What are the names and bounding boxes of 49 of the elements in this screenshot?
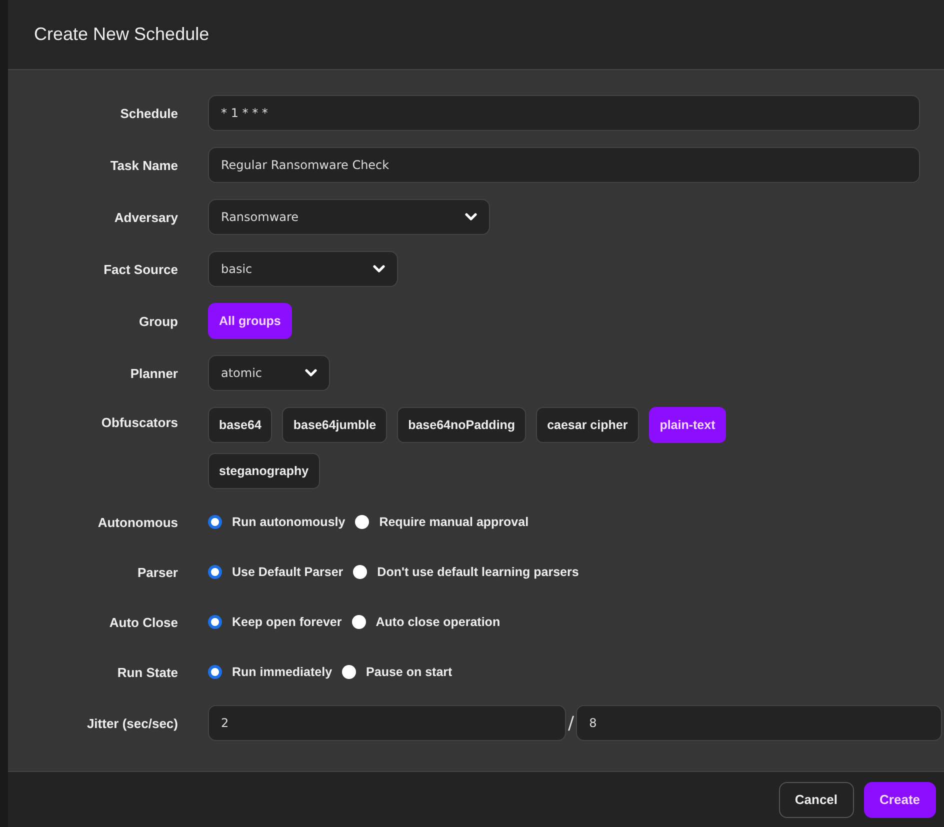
dialog-title: Create New Schedule (34, 24, 210, 45)
chevron-down-icon (373, 265, 385, 273)
radio-button[interactable] (352, 615, 366, 629)
toggle-button[interactable]: base64jumble (282, 407, 388, 443)
min-field[interactable]: 2 (208, 705, 566, 741)
toggle-button[interactable]: All groups (208, 303, 292, 339)
dropdown[interactable]: Ransomware (208, 199, 490, 235)
toggle-button[interactable]: caesar cipher (536, 407, 639, 443)
chevron-down-icon (305, 369, 317, 377)
radio-button[interactable] (342, 665, 356, 679)
field-label: Task Name (109, 158, 178, 172)
radio-label[interactable]: Auto close operation (376, 615, 500, 629)
radio-button[interactable] (208, 515, 222, 529)
radio-label[interactable]: Don't use default learning parsers (377, 565, 579, 579)
field-label: Fact Source (102, 262, 178, 276)
field-label: Obfuscators (100, 414, 178, 430)
toggle-button[interactable]: base64 (208, 407, 272, 443)
field-label: Jitter (sec/sec) (86, 716, 178, 730)
field-label: Planner (129, 366, 178, 380)
text-field[interactable]: * 1 * * * (208, 95, 920, 131)
cancel-button[interactable]: Cancel (778, 782, 854, 818)
radio-button[interactable] (208, 665, 222, 679)
field-label: Adversary (113, 210, 178, 224)
radio-label[interactable]: Keep open forever (232, 615, 342, 629)
radio-button[interactable] (208, 565, 222, 579)
create-button[interactable]: Create (864, 782, 936, 818)
toggle-button[interactable]: plain-text (648, 407, 726, 443)
radio-label[interactable]: Pause on start (366, 665, 452, 679)
field-label: Autonomous (96, 514, 178, 530)
dropdown[interactable]: basic (208, 251, 398, 287)
toggle-button[interactable]: steganography (208, 453, 320, 489)
toggle-button[interactable]: base64noPadding (397, 407, 526, 443)
field-label: Schedule (119, 106, 178, 120)
radio-button[interactable] (355, 515, 370, 529)
dropdown[interactable]: atomic (208, 355, 330, 391)
field-label: Parser (136, 564, 178, 580)
separator-text: / (568, 712, 574, 734)
chevron-down-icon (465, 213, 477, 221)
field-label: Group (138, 314, 178, 328)
radio-button[interactable] (208, 615, 222, 629)
field-label: Run State (116, 664, 178, 680)
max-field[interactable]: 8 (576, 705, 942, 741)
radio-button[interactable] (353, 565, 368, 579)
radio-label[interactable]: Use Default Parser (232, 565, 344, 579)
radio-label[interactable]: Run immediately (232, 665, 332, 679)
text-field[interactable]: Regular Ransomware Check (208, 147, 920, 183)
radio-label[interactable]: Require manual approval (379, 515, 529, 529)
radio-label[interactable]: Run autonomously (232, 515, 346, 529)
field-label: Auto Close (108, 614, 178, 630)
